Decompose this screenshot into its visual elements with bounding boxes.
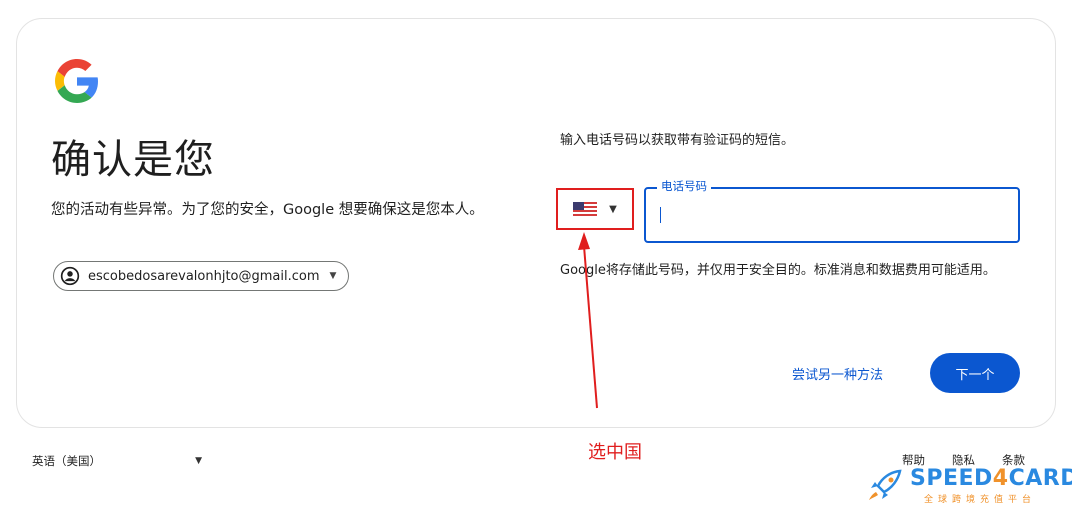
rocket-icon [869, 469, 902, 500]
phone-prompt: 输入电话号码以获取带有验证码的短信。 [560, 133, 795, 148]
next-button[interactable]: 下一个 [930, 353, 1020, 393]
language-label: 英语（美国） [32, 454, 101, 468]
verification-card: 确认是您 您的活动有些异常。为了您的安全，Google 想要确保这是您本人。 e… [16, 18, 1056, 428]
us-flag-icon [573, 202, 598, 216]
country-code-select[interactable]: ▼ [556, 188, 634, 230]
phone-number-label: 电话号码 [657, 178, 711, 194]
caret-down-icon: ▼ [609, 203, 617, 215]
speed4card-watermark: SPEED4CARD 全球跨境充值平台 [866, 466, 1072, 505]
text-cursor [660, 207, 661, 223]
watermark-wordmark: SPEED4CARD [910, 466, 1072, 491]
account-chip[interactable]: escobedosarevalonhjto@gmail.com ▼ [53, 261, 350, 291]
language-select[interactable]: 英语（美国） ▼ [32, 452, 202, 470]
phone-number-input[interactable] [658, 201, 998, 229]
account-circle-icon [60, 266, 80, 286]
phone-number-field[interactable]: 电话号码 [644, 178, 1020, 243]
phone-disclaimer: Google将存储此号码，并仅用于安全目的。标准消息和数据费用可能适用。 [560, 263, 996, 278]
page-subtitle: 您的活动有些异常。为了您的安全，Google 想要确保这是您本人。 [51, 202, 484, 218]
try-another-way-link[interactable]: 尝试另一种方法 [792, 364, 883, 383]
annotation-label: 选中国 [588, 442, 642, 463]
page-title: 确认是您 [51, 137, 215, 183]
google-g-logo-icon [55, 59, 98, 103]
account-email: escobedosarevalonhjto@gmail.com [88, 268, 320, 284]
watermark-subtitle: 全球跨境充值平台 [924, 495, 1037, 505]
caret-down-icon: ▼ [329, 271, 337, 281]
caret-down-icon: ▼ [195, 456, 202, 466]
